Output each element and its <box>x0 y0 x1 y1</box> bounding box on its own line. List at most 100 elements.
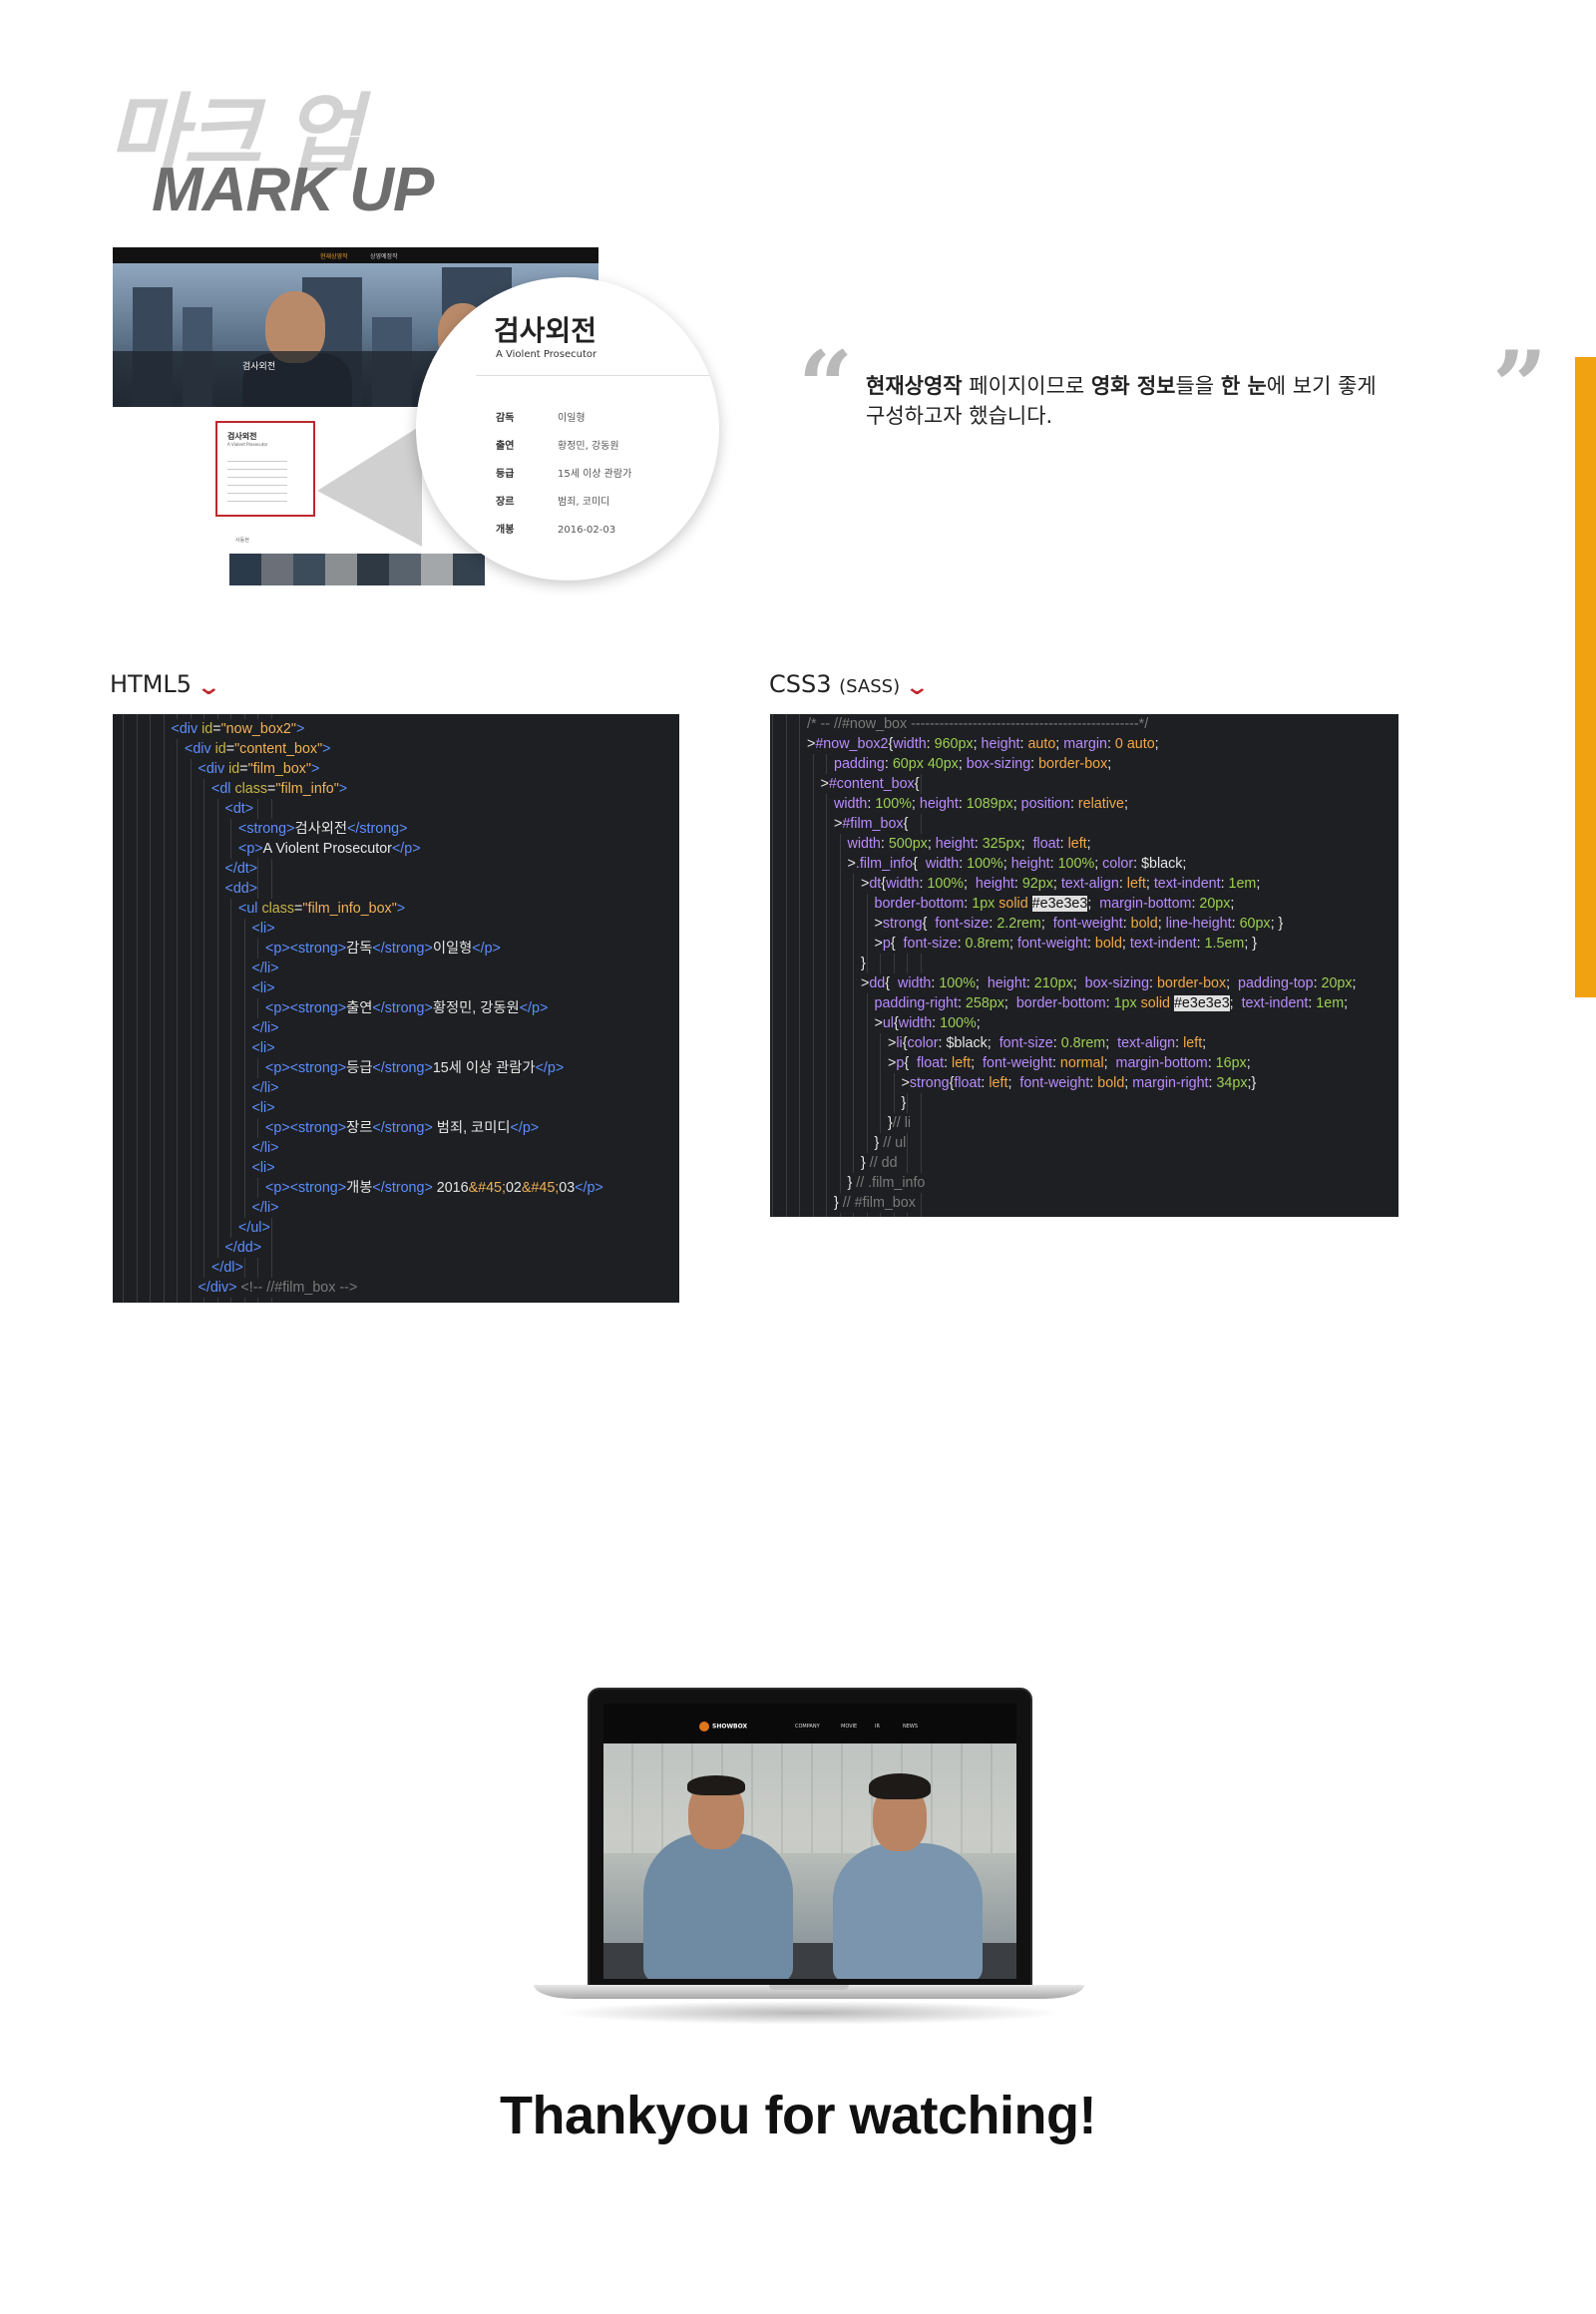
code-line: </li> <box>251 1018 279 1038</box>
code-line: <dd> <box>224 879 258 899</box>
code-line: >ul{width: 100%; <box>874 1013 981 1033</box>
code-line: >strong{ font-size: 2.2rem; font-weight:… <box>874 914 1284 934</box>
code-line: } // .film_info <box>847 1173 926 1193</box>
code-line: >p{ float: left; font-weight: normal; ma… <box>888 1053 1251 1073</box>
magnifier-row: 등급 15세 이상 관람가 <box>496 469 632 480</box>
code-line: >p{ font-size: 0.8rem; font-weight: bold… <box>874 934 1258 954</box>
code-line: <p>A Violent Prosecutor</p> <box>238 839 421 859</box>
css3-label: CSS3 (SASS) ⌄ <box>769 670 931 700</box>
indent-guide <box>799 714 800 1217</box>
code-line: <div id="now_box2"> <box>171 719 305 739</box>
code-line: padding-right: 258px; border-bottom: 1px… <box>874 993 1349 1013</box>
site-nav-item: NEWS <box>903 1724 919 1730</box>
code-line: }// li <box>888 1113 912 1133</box>
indent-guide <box>920 714 922 1217</box>
code-line: <p><strong>출연</strong>황정민, 강동원</p> <box>265 998 549 1018</box>
laptop-base <box>534 1985 1084 1999</box>
code-line: <div id="content_box"> <box>185 739 331 759</box>
code-line: } <box>861 954 866 973</box>
code-line: <li> <box>251 978 275 998</box>
open-quote-icon: “ <box>798 330 854 443</box>
code-line: <li> <box>251 1038 275 1058</box>
indent-guide <box>190 714 192 1303</box>
laptop-screen: SHOWBOX COMPANY MOVIE IR NEWS <box>603 1704 1016 1979</box>
logo-icon <box>699 1722 709 1732</box>
code-line: </li> <box>251 1078 279 1098</box>
magnifier-callout: 검사외전 A Violent Prosecutor 감독 이일형 출연 황정민, 강… <box>416 277 719 580</box>
code-line: </div> <!-- //#film_box --> <box>198 1278 358 1298</box>
indent-guide <box>812 714 814 1217</box>
code-line: <strong>검사외전</strong> <box>238 819 408 839</box>
close-quote-icon: ” <box>1492 330 1548 443</box>
code-line: <p><strong>감독</strong>이일형</p> <box>265 939 501 959</box>
code-line: </dt> <box>224 859 258 879</box>
code-line: width: 100%; height: 1089px; position: r… <box>834 794 1128 814</box>
code-line: <li> <box>251 1158 275 1178</box>
indent-guide <box>163 714 165 1303</box>
site-hero-photo <box>603 1743 1016 1979</box>
code-line: <li> <box>251 919 275 939</box>
code-line: <dt> <box>224 799 254 819</box>
indent-guide <box>150 714 151 1303</box>
magnifier-row: 출연 황정민, 강동원 <box>496 441 619 452</box>
code-line: <p><strong>개봉</strong> 2016&#45;02&#45;0… <box>265 1178 603 1198</box>
showbox-logo: SHOWBOX <box>699 1722 747 1732</box>
laptop-shadow <box>554 2001 1064 2025</box>
code-line: } // ul <box>874 1133 907 1153</box>
code-line: >dt{width: 100%; height: 92px; text-alig… <box>861 874 1261 894</box>
accent-bar <box>1575 357 1596 997</box>
indent-guide <box>123 714 124 1303</box>
code-line: <div id="film_box"> <box>198 759 320 779</box>
code-line: </li> <box>251 1198 279 1218</box>
code-line: <ul class="film_info_box"> <box>238 899 406 919</box>
code-line: >#now_box2{width: 960px; height: auto; m… <box>807 734 1159 754</box>
code-line: </dl> <box>211 1258 243 1278</box>
indent-guide <box>177 714 178 1303</box>
code-line: width: 500px; height: 325px; float: left… <box>847 834 1091 854</box>
section-title-english: MARK UP <box>152 156 434 224</box>
code-line: </li> <box>251 1138 279 1158</box>
code-line: </ul> <box>238 1218 270 1238</box>
code-line: >li{color: $black; font-size: 0.8rem; te… <box>888 1033 1207 1053</box>
chevron-down-icon: ⌄ <box>904 675 931 700</box>
code-line: >strong{float: left; font-weight: bold; … <box>901 1073 1257 1093</box>
laptop-lid: SHOWBOX COMPANY MOVIE IR NEWS <box>588 1688 1032 1991</box>
site-nav-item: MOVIE <box>841 1724 858 1730</box>
code-line: <p><strong>장르</strong> 범죄, 코미디</p> <box>265 1118 540 1138</box>
indent-guide <box>216 714 218 1303</box>
code-line: >dd{ width: 100%; height: 210px; box-siz… <box>861 973 1357 993</box>
magnifier-title: 검사외전 <box>494 314 598 347</box>
code-line: } // dd <box>861 1153 898 1173</box>
code-line: </dd> <box>224 1238 262 1258</box>
code-line: >#film_box{ <box>834 814 909 834</box>
magnifier-subtitle: A Violent Prosecutor <box>496 349 598 360</box>
code-line: border-bottom: 1px solid #e3e3e3; margin… <box>874 894 1235 914</box>
magnifier-row: 장르 범죄, 코미디 <box>496 497 610 508</box>
site-nav-item: COMPANY <box>795 1724 820 1730</box>
code-line: /* -- //#now_box -----------------------… <box>807 714 1149 734</box>
code-line: >.film_info{ width: 100%; height: 100%; … <box>847 854 1187 874</box>
site-nav-item: IR <box>875 1724 880 1730</box>
site-nav: SHOWBOX COMPANY MOVIE IR NEWS <box>603 1704 1016 1743</box>
code-line: </li> <box>251 959 279 978</box>
code-line: >#content_box{ <box>820 774 920 794</box>
code-line: <dl class="film_info"> <box>211 779 348 799</box>
description-quote: 현재상영작 페이지이므로 영화 정보들을 한 눈에 보기 좋게 구성하고자 했습… <box>866 374 1377 428</box>
html5-label: HTML5 ⌄ <box>110 670 222 700</box>
code-line: padding: 60px 40px; box-sizing: border-b… <box>834 754 1112 774</box>
indent-guide <box>785 714 787 1217</box>
magnifier-row: 감독 이일형 <box>496 413 586 424</box>
indent-guide <box>203 714 204 1303</box>
indent-guide <box>136 714 138 1303</box>
css3-code-panel: /* -- //#now_box -----------------------… <box>770 714 1398 1217</box>
code-line: } <box>901 1093 907 1113</box>
code-line: } // #film_box <box>834 1193 916 1213</box>
closing-message: Thankyou for watching! <box>499 2086 1097 2145</box>
magnifier-row: 개봉 2016-02-03 <box>496 525 616 536</box>
html5-code-panel: <div id="now_box2"> <div id="content_box"… <box>113 714 679 1303</box>
laptop-mockup: SHOWBOX COMPANY MOVIE IR NEWS <box>534 1684 1084 2033</box>
code-line: <li> <box>251 1098 275 1118</box>
magnifier-divider <box>476 375 719 376</box>
indent-guide <box>772 714 773 1217</box>
chevron-down-icon: ⌄ <box>196 675 222 700</box>
